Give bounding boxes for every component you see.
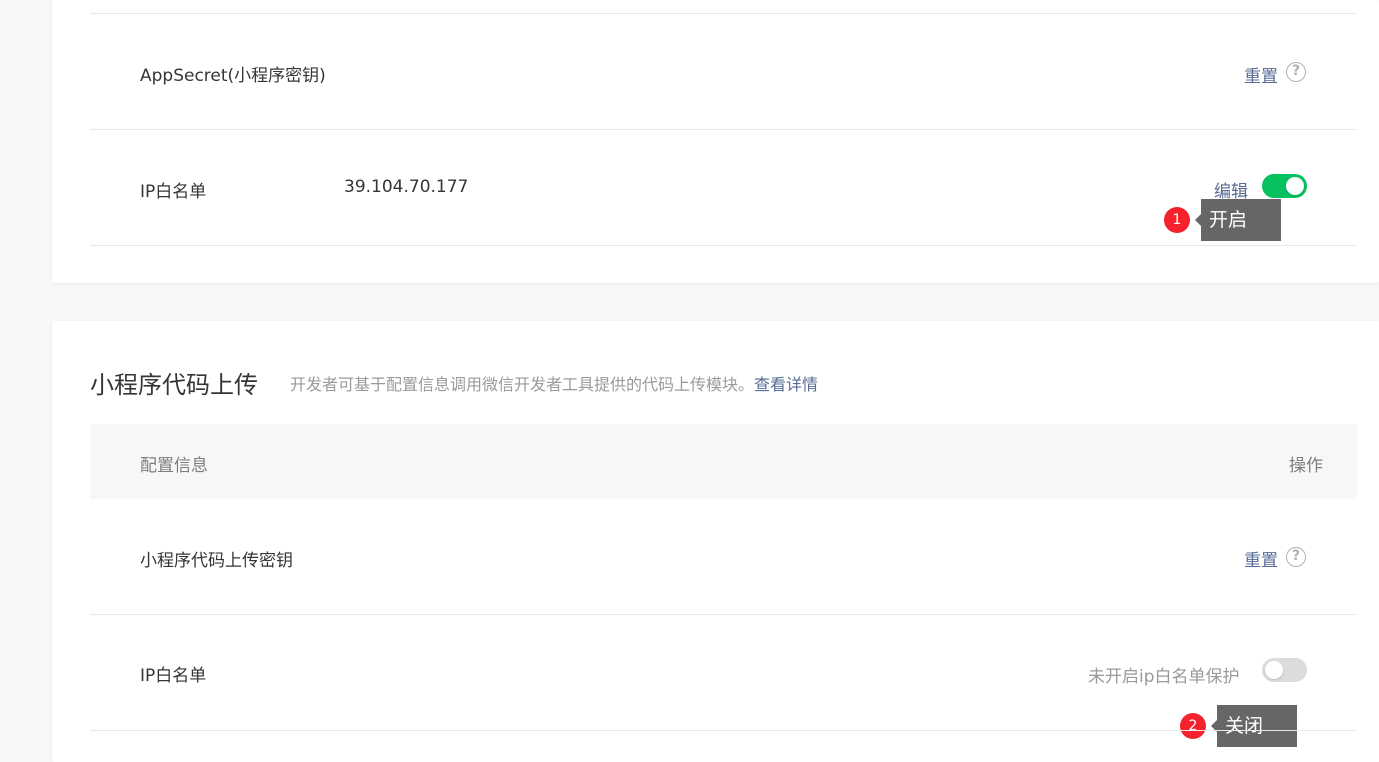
view-details-link[interactable]: 查看详情 (754, 375, 818, 394)
divider (90, 13, 1357, 14)
toggle-knob (1265, 661, 1283, 679)
toggle-knob (1286, 177, 1304, 195)
divider (90, 730, 1357, 731)
section-title: 小程序代码上传 (90, 371, 258, 399)
annotation-badge: 1 (1164, 207, 1190, 233)
ip-whitelist-value: 39.104.70.177 (344, 177, 469, 197)
ip-whitelist-label: IP白名单 (140, 666, 207, 686)
ip-whitelist-toggle[interactable] (1262, 174, 1307, 198)
section-description: 开发者可基于配置信息调用微信开发者工具提供的代码上传模块。查看详情 (290, 371, 818, 395)
reset-upload-key-link[interactable]: 重置 (1244, 546, 1278, 571)
upload-key-label: 小程序代码上传密钥 (140, 551, 293, 571)
app-secret-card: AppSecret(小程序密钥) 重置 ? IP白名单 39.104.70.17… (52, 0, 1379, 283)
reset-appsecret-link[interactable]: 重置 (1244, 62, 1278, 87)
column-header-action: 操作 (1289, 456, 1323, 476)
description-text: 开发者可基于配置信息调用微信开发者工具提供的代码上传模块。 (290, 375, 755, 394)
whitelist-status-text: 未开启ip白名单保护 (1088, 667, 1240, 687)
annotation-badge: 2 (1180, 713, 1206, 739)
table-header: 配置信息 操作 (90, 424, 1357, 499)
divider (90, 245, 1357, 246)
help-icon[interactable]: ? (1286, 547, 1306, 567)
divider (90, 129, 1357, 130)
appsecret-label: AppSecret(小程序密钥) (140, 66, 326, 86)
annotation-tooltip: 关闭 (1211, 705, 1297, 747)
ip-whitelist-label: IP白名单 (140, 182, 207, 202)
divider (90, 614, 1357, 615)
annotation-tooltip: 开启 (1195, 199, 1281, 241)
code-upload-card: 小程序代码上传 开发者可基于配置信息调用微信开发者工具提供的代码上传模块。查看详… (52, 321, 1379, 762)
column-header-config: 配置信息 (140, 456, 208, 476)
help-icon[interactable]: ? (1286, 62, 1306, 82)
ip-whitelist-toggle[interactable] (1262, 658, 1307, 682)
